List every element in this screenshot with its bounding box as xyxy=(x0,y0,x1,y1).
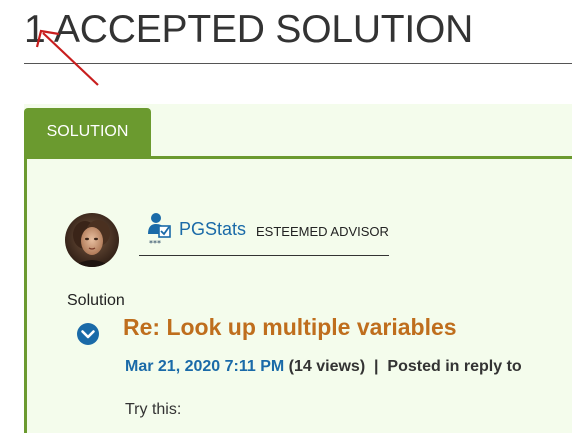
tab-solution[interactable]: SOLUTION xyxy=(24,108,151,156)
title-divider xyxy=(24,63,572,64)
solution-content: *** PGStats ESTEEMED ADVISOR Solution Re… xyxy=(24,156,572,433)
svg-text:***: *** xyxy=(149,239,161,248)
post-meta: Mar 21, 2020 7:11 PM (14 views) | Posted… xyxy=(125,358,522,376)
reply-text: Posted in reply to xyxy=(387,358,522,375)
post-title-link[interactable]: Re: Look up multiple variables xyxy=(123,314,457,341)
section-label: Solution xyxy=(67,292,125,309)
post-datetime-link[interactable]: Mar 21, 2020 7:11 PM xyxy=(125,358,284,375)
author-info: *** PGStats ESTEEMED ADVISOR xyxy=(139,209,389,256)
author-name-link[interactable]: PGStats xyxy=(179,219,246,240)
avatar-portrait-icon xyxy=(65,213,119,267)
meta-separator: | xyxy=(374,358,379,375)
author-rank: ESTEEMED ADVISOR xyxy=(256,224,389,239)
solution-panel: SOLUTION *** PGStats ESTEEMED ADVISOR So… xyxy=(24,104,572,433)
red-arrow-annotation-icon xyxy=(35,29,99,86)
post-body: Try this: xyxy=(125,401,182,418)
avatar[interactable] xyxy=(65,213,119,267)
esteemed-advisor-rank-icon: *** xyxy=(148,213,171,248)
chevron-down-circle-icon[interactable] xyxy=(76,322,100,346)
post-views: (14 views) xyxy=(288,358,366,375)
